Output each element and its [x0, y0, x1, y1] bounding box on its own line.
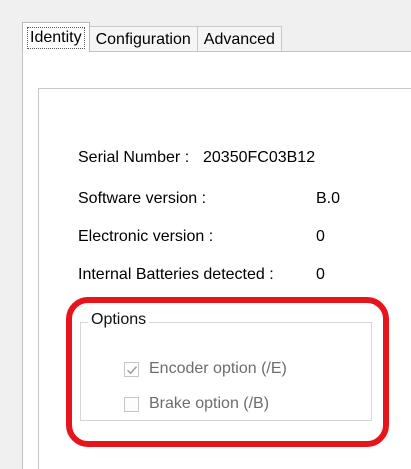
- tab-identity[interactable]: Identity: [22, 22, 90, 52]
- batteries-detected-label: Internal Batteries detected :: [78, 266, 274, 283]
- tab-advanced-label: Advanced: [203, 30, 275, 48]
- batteries-detected-value: 0: [316, 266, 325, 283]
- tab-strip: Identity Configuration Advanced: [22, 22, 282, 52]
- encoder-option-row[interactable]: Encoder option (/E): [124, 360, 287, 378]
- tab-identity-label: Identity: [27, 26, 85, 49]
- dialog-frame: Identity Configuration Advanced Serial N…: [0, 0, 411, 469]
- electronic-version-label: Electronic version :: [78, 228, 214, 245]
- checkmark-icon: [127, 365, 138, 374]
- serial-number-label: Serial Number :: [78, 149, 190, 166]
- tab-configuration-label: Configuration: [95, 30, 191, 48]
- software-version-label: Software version :: [78, 190, 207, 207]
- tab-configuration[interactable]: Configuration: [88, 26, 198, 52]
- brake-option-checkbox[interactable]: [124, 396, 139, 412]
- encoder-option-label: Encoder option (/E): [149, 360, 287, 377]
- encoder-option-checkbox[interactable]: [124, 361, 139, 377]
- tab-advanced[interactable]: Advanced: [196, 26, 282, 52]
- software-version-value: B.0: [316, 190, 341, 207]
- brake-option-label: Brake option (/B): [149, 395, 270, 412]
- electronic-version-value: 0: [316, 228, 325, 245]
- options-groupbox-title: Options: [88, 311, 150, 329]
- brake-option-row[interactable]: Brake option (/B): [124, 395, 269, 413]
- serial-number-value: 20350FC03B12: [203, 149, 316, 166]
